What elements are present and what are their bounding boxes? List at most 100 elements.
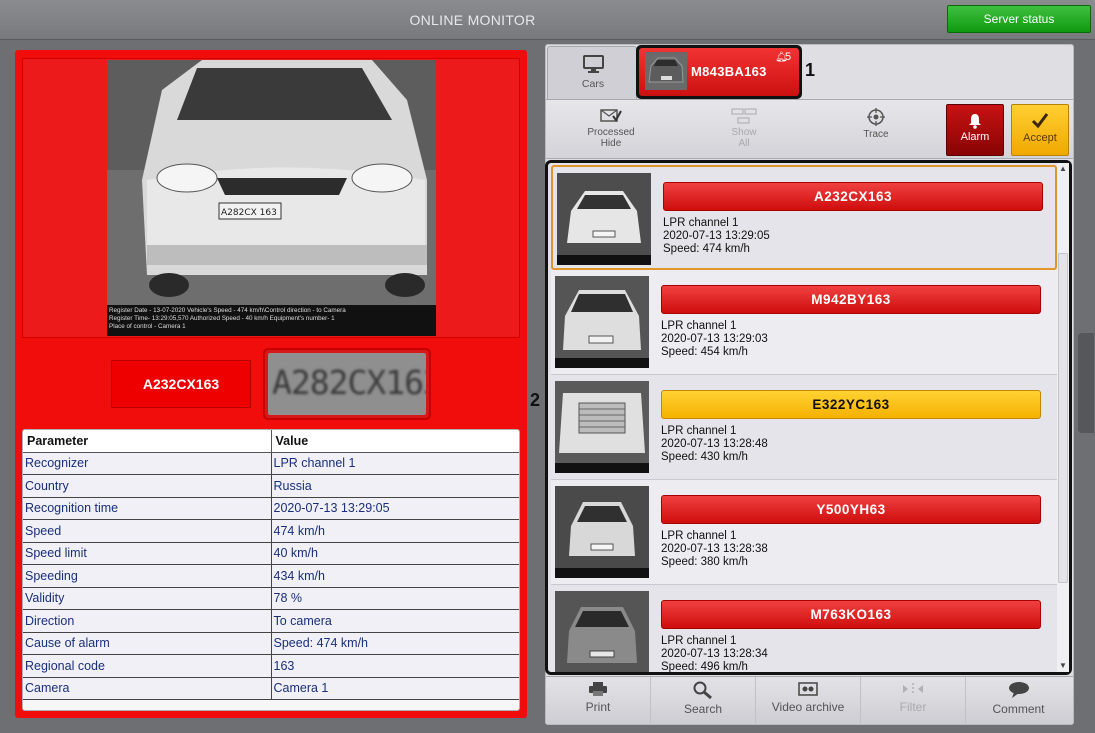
event-thumbnail [555, 486, 649, 578]
video-archive-button[interactable]: Video archive [756, 677, 861, 725]
print-button[interactable]: Print [546, 677, 651, 725]
table-row[interactable]: Regional code 163 [23, 654, 519, 678]
monitor-icon [583, 55, 604, 73]
panel-resize-handle[interactable] [1078, 333, 1094, 433]
table-row[interactable]: Speed 474 km/h [23, 519, 519, 543]
alert-count-badge: 5 [785, 51, 792, 63]
search-label: Search [683, 702, 723, 716]
event-list-item[interactable]: M942BY163 LPR channel 1 2020-07-13 13:29… [551, 270, 1057, 375]
photo-plate-text: A282CX 163 [221, 208, 277, 218]
event-speed: Speed: 496 km/h [661, 661, 748, 673]
all-label: All [738, 138, 750, 149]
event-plate: A232CX163 [663, 182, 1043, 211]
param-value: LPR channel 1 [271, 452, 519, 475]
photo-info-line: Register Time- 13:29:05,570 Authorized S… [109, 315, 335, 322]
event-thumbnail [555, 381, 649, 473]
event-list-item[interactable]: E322YC163 LPR channel 1 2020-07-13 13:28… [551, 375, 1057, 480]
printer-icon [589, 682, 607, 696]
param-value: To camera [271, 609, 519, 633]
param-value: 78 % [271, 587, 519, 610]
table-row[interactable]: Speed limit 40 km/h [23, 542, 519, 565]
photo-info-overlay: Register Date - 13-07-2020 Vehicle's Spe… [107, 305, 436, 336]
event-thumbnail [557, 173, 651, 265]
print-label: Print [585, 700, 611, 714]
table-row[interactable]: Direction To camera [23, 609, 519, 633]
scroll-down-arrow-icon[interactable]: ▼ [1057, 660, 1069, 672]
event-plate: Y500YH63 [661, 495, 1041, 524]
event-channel: LPR channel 1 [661, 320, 737, 332]
photo-info-line: Register Date - 13-07-2020 Vehicle's Spe… [109, 307, 346, 314]
tab-cars-label: Cars [581, 78, 605, 90]
video-archive-icon [798, 682, 818, 696]
processed-hide-button[interactable]: Processed Hide [581, 108, 641, 149]
filter-button[interactable]: Filter [861, 677, 966, 725]
event-plate: M942BY163 [661, 285, 1041, 314]
event-speed: Speed: 474 km/h [663, 243, 750, 255]
alarm-button[interactable]: Alarm [946, 104, 1004, 156]
hide-label: Hide [600, 138, 622, 149]
table-row[interactable]: Cause of alarm Speed: 474 km/h [23, 632, 519, 655]
param-name: Camera [23, 677, 272, 700]
tab-cars[interactable]: Cars [547, 46, 637, 99]
plate-crop-text: A282CX163 [272, 363, 426, 402]
search-button[interactable]: Search [651, 677, 756, 725]
event-time: 2020-07-13 13:29:03 [661, 333, 768, 345]
table-row[interactable]: Recognizer LPR channel 1 [23, 452, 519, 475]
param-name: Speeding [23, 564, 272, 588]
table-row[interactable]: Speeding 434 km/h [23, 564, 519, 588]
scroll-up-arrow-icon[interactable]: ▲ [1057, 163, 1069, 175]
video-archive-label: Video archive [771, 700, 845, 714]
trace-label: Trace [863, 129, 889, 140]
comment-label: Comment [992, 702, 1045, 716]
param-value: Camera 1 [271, 677, 519, 700]
scroll-thumb[interactable] [1058, 253, 1068, 583]
comment-button[interactable]: Comment [966, 677, 1071, 725]
plate-crop-picture: A282CX163 [268, 353, 426, 415]
table-row[interactable]: Validity 78 % [23, 587, 519, 610]
event-time: 2020-07-13 13:28:38 [661, 543, 768, 555]
event-list-item[interactable]: Y500YH63 LPR channel 1 2020-07-13 13:28:… [551, 480, 1057, 585]
trace-button[interactable]: Trace [846, 108, 906, 140]
event-thumbnail [555, 276, 649, 368]
tab-alert-event[interactable]: M843BA163 🔔︎ 5 [636, 45, 802, 99]
comment-icon [1008, 682, 1029, 698]
event-time: 2020-07-13 13:29:05 [663, 230, 770, 242]
show-all-button[interactable]: Show All [714, 108, 774, 149]
event-channel: LPR channel 1 [661, 530, 737, 542]
table-row[interactable]: Country Russia [23, 474, 519, 498]
event-list-item[interactable]: A232CX163 LPR channel 1 2020-07-13 13:29… [551, 165, 1057, 270]
event-time: 2020-07-13 13:28:48 [661, 438, 768, 450]
param-name: Speed limit [23, 542, 272, 565]
processed-label: Processed [587, 127, 635, 138]
param-value: Russia [271, 474, 519, 498]
param-value: 474 km/h [271, 519, 519, 543]
vehicle-photo: A282CX 163 [107, 60, 436, 336]
events-scrollbar[interactable]: ▲ ▼ [1057, 163, 1069, 672]
tab-alert-body: M843BA163 🔔︎ 5 [639, 48, 799, 96]
table-row[interactable]: Camera Camera 1 [23, 677, 519, 700]
event-speed: Speed: 454 km/h [661, 346, 748, 358]
param-name: Recognizer [23, 452, 272, 475]
callout-marker-2: 2 [530, 390, 541, 410]
event-list-item[interactable]: M763KO163 LPR channel 1 2020-07-13 13:28… [551, 585, 1057, 673]
envelope-check-icon [600, 109, 622, 122]
event-plate: M763KO163 [661, 600, 1041, 629]
param-name: Regional code [23, 654, 272, 678]
param-value: 40 km/h [271, 542, 519, 565]
event-thumbnail [555, 591, 649, 672]
alarm-label: Alarm [960, 131, 990, 143]
photo-info-line: Place of control - Camera 1 [109, 323, 186, 330]
events-list: A232CX163 LPR channel 1 2020-07-13 13:29… [545, 160, 1072, 675]
server-status-button[interactable]: Server status [947, 5, 1091, 33]
plate-crop-image: A282CX163 [263, 348, 431, 420]
table-row[interactable]: Recognition time 2020-07-13 13:29:05 [23, 497, 519, 520]
callout-marker-1: 1 [805, 60, 816, 80]
param-name: Recognition time [23, 497, 272, 520]
param-value: 163 [271, 654, 519, 678]
show-label: Show [731, 127, 757, 138]
event-channel: LPR channel 1 [663, 217, 739, 229]
accept-button[interactable]: Accept [1011, 104, 1069, 156]
tab-alert-plate: M843BA163 [691, 64, 767, 79]
event-speed: Speed: 430 km/h [661, 451, 748, 463]
event-time: 2020-07-13 13:28:34 [661, 648, 768, 660]
